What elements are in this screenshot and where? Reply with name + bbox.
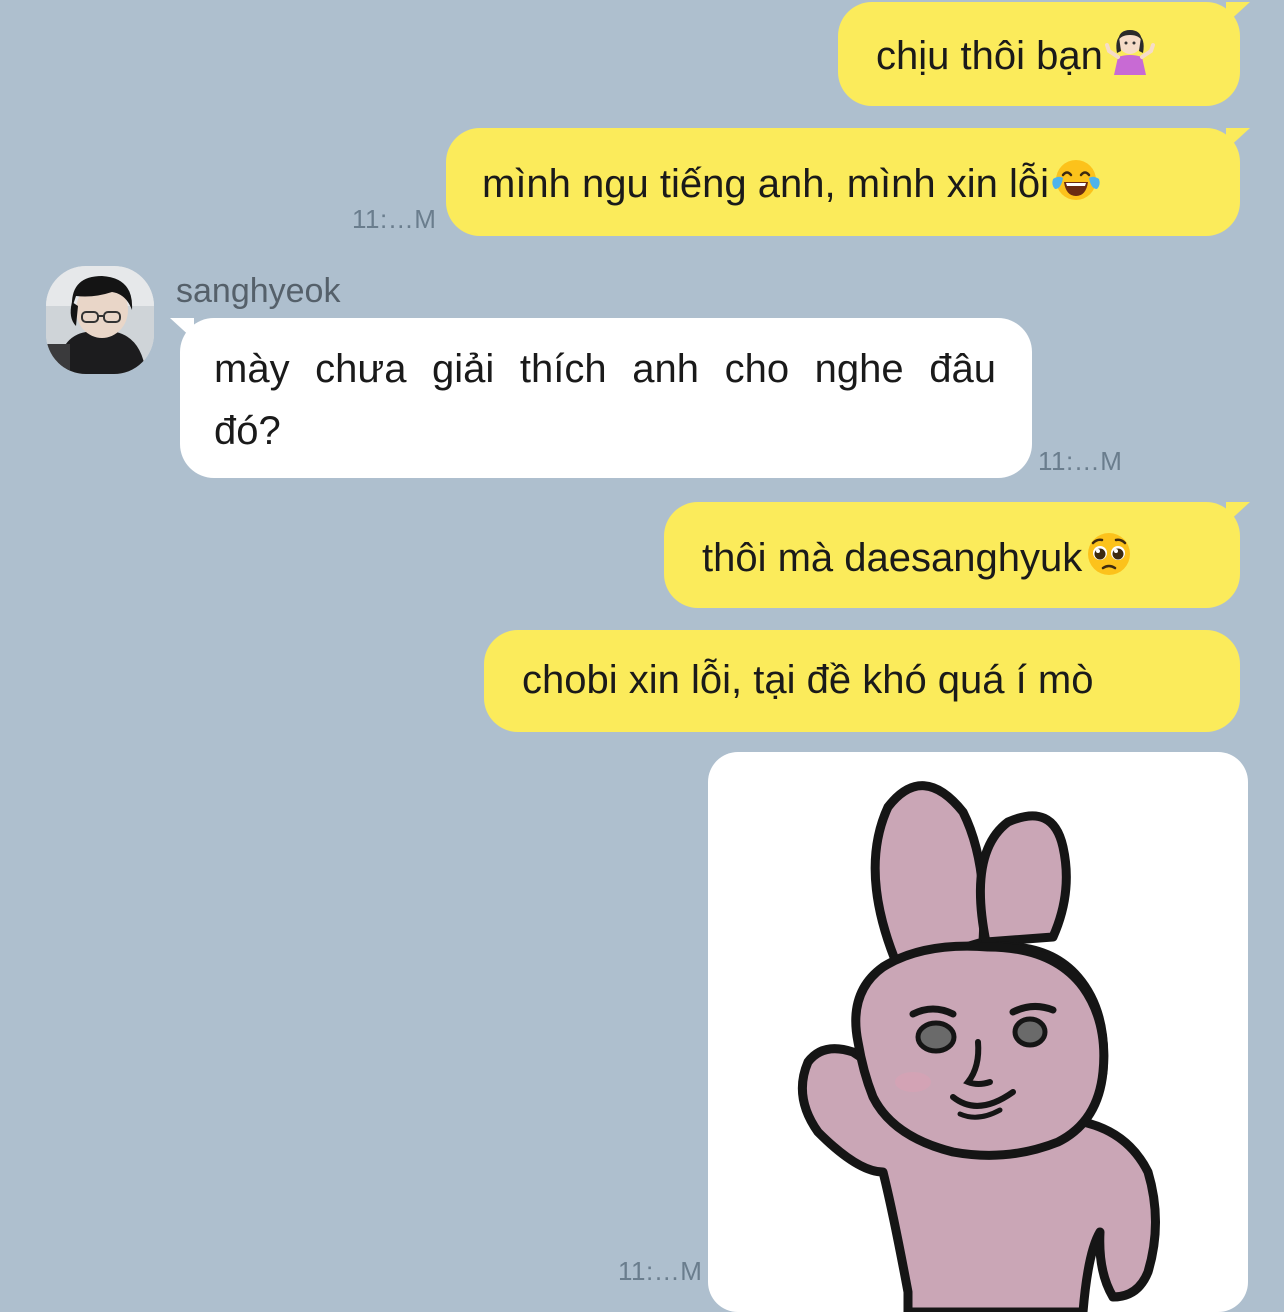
message-text: chịu thôi bạn <box>876 34 1103 78</box>
sender-name: sanghyeok <box>176 272 341 310</box>
pleading-face-emoji <box>1088 533 1131 575</box>
message-text: chobi xin lỗi, tại đề khó quá í mò <box>522 658 1094 702</box>
outgoing-message-bubble[interactable]: mình ngu tiếng anh, mình xin lỗi <box>446 128 1240 236</box>
incoming-message-bubble[interactable]: mày chưa giải thích anh cho nghe đâu đó? <box>180 318 1032 478</box>
tears-of-joy-emoji <box>1052 160 1100 200</box>
message-text: mình ngu tiếng anh, mình xin lỗi <box>482 162 1050 206</box>
message-timestamp: 11:…M <box>618 1256 703 1286</box>
bubble-tail <box>1226 502 1250 524</box>
message-timestamp: 11:…M <box>1038 446 1123 476</box>
message-text: mày chưa giải thích anh cho nghe đâu đó? <box>214 347 996 453</box>
bunny-icon <box>797 781 1160 1312</box>
avatar[interactable] <box>46 266 154 374</box>
profile-photo <box>46 266 154 374</box>
message-timestamp: 11:…M <box>352 204 437 234</box>
bubble-tail <box>1226 2 1250 24</box>
outgoing-message-bubble[interactable]: thôi mà daesanghyuk <box>664 502 1240 608</box>
bubble-tail <box>1226 128 1250 150</box>
bubble-tail <box>170 318 194 340</box>
outgoing-message-bubble[interactable]: chobi xin lỗi, tại đề khó quá í mò <box>484 630 1240 732</box>
pink-bunny-sticker[interactable] <box>708 752 1248 1312</box>
outgoing-message-bubble[interactable]: chịu thôi bạn <box>838 2 1240 106</box>
person-shrugging-emoji <box>1104 30 1155 75</box>
message-text: thôi mà daesanghyuk <box>702 536 1083 580</box>
chat-view[interactable]: chịu thôi bạn mình ngu tiếng anh, mình x… <box>0 0 1284 1312</box>
